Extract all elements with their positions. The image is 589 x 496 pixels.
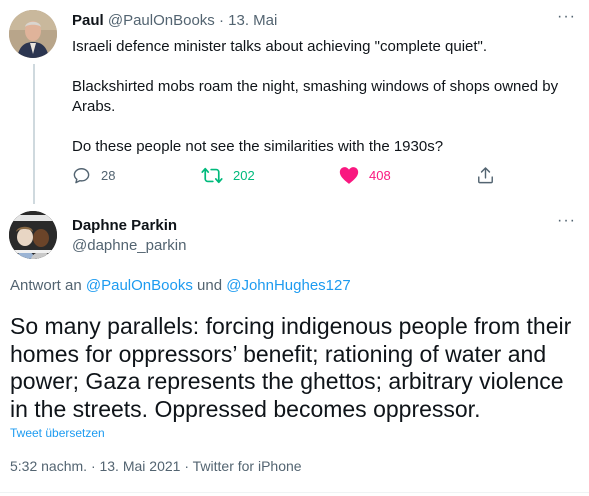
author-name[interactable]: Daphne Parkin	[72, 217, 177, 234]
reply-icon	[73, 168, 90, 184]
reply-to-conjunction: und	[197, 277, 223, 294]
translate-tweet-link[interactable]: Tweet übersetzen	[10, 426, 105, 440]
tweet-text-line: Arabs.	[72, 98, 116, 115]
author-handle[interactable]: @daphne_parkin	[72, 237, 186, 254]
more-options-icon[interactable]: ···	[557, 212, 576, 230]
author-name[interactable]: Paul	[72, 12, 104, 29]
tweet-date[interactable]: 13. Mai	[228, 12, 277, 29]
separator: ·	[218, 12, 224, 29]
more-options-icon[interactable]: ···	[557, 8, 576, 26]
tweet-text-line: Israeli defence minister talks about ach…	[72, 38, 488, 55]
reply-button[interactable]: 28	[72, 166, 115, 185]
avatar-photo	[9, 10, 57, 58]
author-handle[interactable]: @PaulOnBooks	[108, 12, 215, 29]
avatar[interactable]	[9, 10, 57, 58]
share-button[interactable]	[476, 166, 495, 185]
retweet-icon	[201, 167, 223, 184]
avatar[interactable]	[9, 211, 57, 259]
reply-to-line: Antwort an @PaulOnBooks und @JohnHughes1…	[10, 277, 351, 294]
share-icon	[478, 167, 493, 184]
reply-to-prefix: Antwort an	[10, 277, 82, 294]
divider	[0, 492, 589, 493]
reply-count: 28	[101, 168, 116, 183]
thread-connector-line	[33, 64, 35, 204]
tweet-text-line: Do these people not see the similarities…	[72, 138, 444, 155]
mention-link[interactable]: @PaulOnBooks	[86, 277, 193, 294]
tweet-header: Paul @PaulOnBooks · 13. Mai	[72, 12, 277, 29]
like-button[interactable]: 408	[339, 166, 391, 185]
tweet-timestamp[interactable]: 5:32 nachm. · 13. Mai 2021 · Twitter for…	[10, 458, 302, 474]
avatar-photo	[9, 211, 57, 259]
retweet-count: 202	[233, 168, 255, 183]
retweet-button[interactable]: 202	[201, 166, 255, 185]
tweet-text: So many parallels: forcing indigenous pe…	[10, 313, 572, 422]
mention-link[interactable]: @JohnHughes127	[226, 277, 350, 294]
tweet-text-line: Blackshirted mobs roam the night, smashi…	[72, 78, 559, 95]
heart-icon	[339, 167, 359, 184]
like-count: 408	[369, 168, 391, 183]
